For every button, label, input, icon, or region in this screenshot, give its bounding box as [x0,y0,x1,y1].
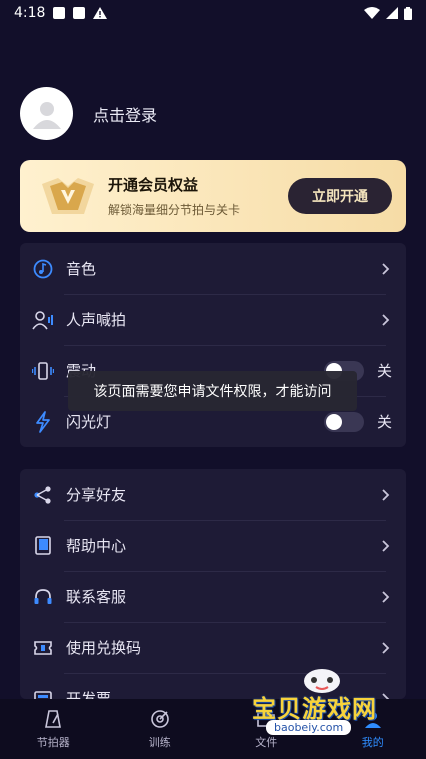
vip-banner[interactable]: 开通会员权益 解锁海量细分节拍与关卡 立即开通 [20,160,406,232]
vip-title: 开通会员权益 [108,176,199,194]
site-watermark: 宝贝游戏网 baobeiy.com [248,663,398,739]
more-item-share[interactable]: 分享好友 [20,469,406,520]
tab-metronome[interactable]: 节拍器 [13,708,93,750]
vip-subtitle: 解锁海量细分节拍与关卡 [108,203,241,217]
more-item-support[interactable]: 联系客服 [20,571,406,622]
wifi-icon [364,7,380,19]
chevron-right-icon [380,313,392,326]
open-vip-button[interactable]: 立即开通 [288,178,392,214]
chevron-right-icon [380,590,392,603]
more-item-label: 使用兑换码 [66,639,142,657]
flash-icon [32,410,54,433]
settings-item-voice-count[interactable]: 人声喊拍 [20,294,406,345]
signal-icon [386,7,398,19]
settings-card: 音色 人声喊拍 震动 关 闪光灯 关 [20,243,406,447]
default-avatar-icon [32,101,61,129]
settings-item-timbre[interactable]: 音色 [20,243,406,294]
watermark-url: baobeiy.com [266,720,352,735]
book-icon [32,535,54,557]
login-label[interactable]: 点击登录 [93,102,157,126]
ticket-icon [32,637,54,659]
flash-toggle[interactable] [324,411,364,432]
vip-crown-icon [36,173,100,219]
toggle-knob [326,413,342,430]
share-icon [32,484,54,506]
settings-item-label: 人声喊拍 [66,311,127,329]
tab-label: 节拍器 [36,736,70,749]
toggle-state-label: 关 [376,362,392,380]
tab-training[interactable]: 训练 [120,708,200,750]
more-item-label: 分享好友 [66,486,127,504]
status-time: 4:18 [14,5,46,21]
warning-icon [93,7,108,19]
watermark-title: 宝贝游戏网 [252,695,377,723]
invoice-icon [32,688,54,699]
chevron-right-icon [380,641,392,654]
more-item-label: 联系客服 [66,588,127,606]
avatar[interactable] [20,87,73,140]
settings-item-label: 闪光灯 [66,413,112,431]
more-item-help[interactable]: 帮助中心 [20,520,406,571]
music-note-icon [32,258,54,280]
notification-icon [73,7,86,19]
chevron-right-icon [380,539,392,552]
chevron-right-icon [380,262,392,275]
more-item-label: 帮助中心 [66,537,127,555]
target-icon [148,708,172,730]
chevron-right-icon [380,488,392,501]
settings-item-label: 音色 [66,260,97,278]
battery-icon [404,6,412,20]
voice-user-icon [32,309,54,331]
tab-label: 训练 [148,736,171,749]
headset-icon [32,586,54,608]
metronome-icon [41,708,65,730]
status-bar: 4:18 [0,0,426,26]
vibrate-icon [32,360,54,382]
permission-toast: 该页面需要您申请文件权限，才能访问 [68,371,357,411]
profile-header[interactable]: 点击登录 [20,87,157,140]
notification-icon [53,7,66,19]
toggle-state-label: 关 [376,413,392,431]
